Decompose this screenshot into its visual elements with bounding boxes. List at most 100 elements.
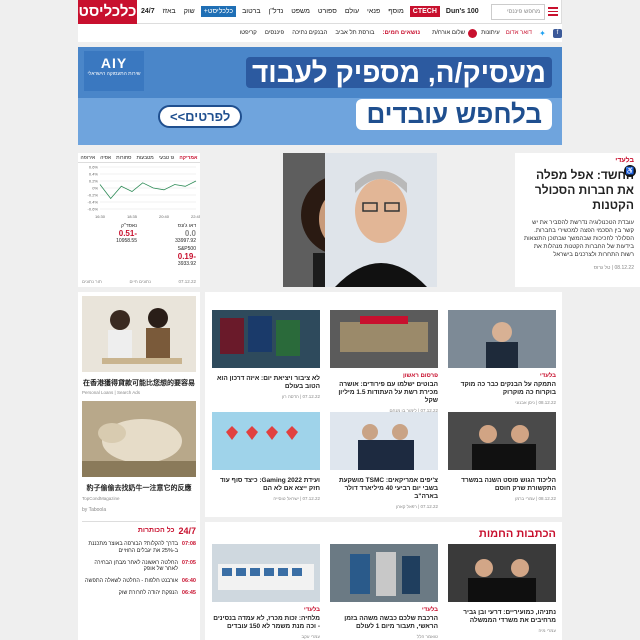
x-tick-label: 22:45 [191, 214, 200, 219]
nav-links: Dun's 100 CTECH מוסף פנאי עולם ספורט משפ… [137, 6, 487, 17]
facebook-icon[interactable]: f [553, 28, 562, 38]
hero-image-1[interactable] [325, 153, 437, 287]
article-card[interactable]: בלעדי מלחיה: זכות מכרז, לא עמדה בנסינים … [212, 544, 320, 639]
news-feed-badge: 24/7 [178, 525, 196, 536]
banner-brand: AIY שירות התעסוקה הישראלי [84, 51, 144, 91]
nav-link-duns[interactable]: Dun's 100 [442, 8, 483, 15]
hero-title[interactable]: החשד: אפל מפלה את חברות הסכולר הקטנות [521, 168, 634, 213]
nav-link-calcalistplus[interactable]: כלכליסט+ [200, 6, 237, 17]
article-image [212, 412, 320, 470]
article-image [212, 544, 320, 602]
y-tick-label: 0% [92, 186, 98, 191]
nav-link-ctech[interactable]: CTECH [409, 6, 440, 17]
nav-link-247[interactable]: 24/7 [137, 8, 159, 15]
nav-link-buzz[interactable]: באזז [159, 8, 180, 15]
ad-source: TopCondMagazine [82, 495, 120, 501]
article-card[interactable]: הליכוד הגוש פוסט השנה במשרד התקשורת שרק … [448, 412, 556, 501]
hot-articles-title: הכתבות החמות [478, 528, 556, 540]
y-tick-label: -0.4% [88, 200, 99, 205]
top-nav: מחפש פיננסי Dun's 100 CTECH מוסף פנאי עו… [77, 0, 562, 24]
x-tick-label: 20:40 [159, 214, 170, 219]
market-chart: 0.6% 0.4% 0.2% 0% -0.2% -0.4% -0.6% 16:30 18:35 2… [88, 165, 200, 220]
quote-dow[interactable]: דאו ג'ונס 0.0 33997.92 [141, 223, 196, 244]
topic-link[interactable]: קריפטו [240, 30, 257, 36]
article-grid: בלעדי התמקה על הבנקים כבר כה מוקד בוקרוח… [205, 292, 562, 517]
hot-topics-label: נושאים חמים: [382, 30, 421, 36]
y-tick-label: 0.6% [89, 165, 99, 170]
ad-caption: 豹子偷偷去找奶牛一注意它的反應 [86, 485, 192, 493]
tab-market[interactable]: אמריקה [179, 155, 197, 161]
banner-subheadline: בלחפש עובדים [356, 99, 552, 130]
nav-link-olam[interactable]: עולם [341, 8, 363, 15]
hero-meta: 08.12.22 | טל גרוס [593, 265, 634, 272]
nav-link-pnai[interactable]: פנאי [363, 8, 384, 15]
tab-market[interactable]: גז טבעי [159, 155, 174, 161]
ad-caption: 在香港獲得貸款可能比您想的要容易 [83, 380, 195, 387]
news-feed-item[interactable]: 06:45 הנפקת יהודה לחרורת שוק [82, 590, 196, 597]
ad-image [82, 401, 196, 478]
social-links: f ✦ דואר אדום עיתונות [477, 28, 562, 38]
ticker-more-link[interactable]: תור נתונים [82, 279, 102, 284]
ad-image [82, 296, 196, 372]
site-logo[interactable]: כלכליסט [77, 0, 137, 24]
topic-link[interactable]: פיננסים [265, 30, 284, 36]
quote-nasdaq[interactable]: נאסד"ק -0.51 10958.55 [82, 223, 137, 244]
y-tick-label: 0.2% [89, 179, 99, 184]
tab-market[interactable]: סחורות [116, 155, 131, 161]
y-tick-label: -0.2% [88, 193, 99, 198]
market-tabs: אמריקה גז טבעי מטבעות סחורות אסיה אירופה [78, 153, 200, 163]
hot-articles: הכתבות החמות נתניהו, כמועיריים: דרעי ובן… [205, 522, 562, 640]
article-image [448, 412, 556, 470]
article-card[interactable]: בלעדי הרכבת שלכם כבשה משהה בזמן הראשי, ת… [330, 544, 438, 639]
ticker-footer: 07.12.22 נתונים חיים תור נתונים [82, 279, 196, 284]
hero-body: עובדת הטכנולוגיה נדרשת להסביר את יש קשר … [523, 220, 634, 259]
topic-link[interactable]: הבנקים נתיכה [292, 30, 327, 36]
ad-source: Personal Loans | Search Ads [82, 390, 140, 396]
quotes: דאו ג'ונס 0.0 33997.92 נאסד"ק -0.51 1095… [78, 221, 200, 269]
menu-icon[interactable] [545, 0, 562, 24]
ticker-live-link[interactable]: נתונים חיים [129, 279, 150, 284]
mail-link[interactable]: דואר אדום [506, 30, 532, 36]
article-card[interactable]: פרסום ראשון הבוטים ישלמו עם פירודים: אוש… [330, 310, 438, 413]
nav-link-market[interactable]: שוק [180, 8, 199, 15]
article-card[interactable]: ועידת Gaming 2022: כיצד סוף עוד חזק ייצא… [212, 412, 320, 501]
x-tick-label: 18:35 [127, 214, 138, 219]
y-tick-label: -0.6% [88, 207, 99, 212]
banner-cta-button[interactable]: לפרטים>> [158, 105, 243, 128]
sponsored-ad[interactable]: 豹子偷偷去找奶牛一注意它的反應 TopCondMagazine [82, 401, 196, 501]
article-card[interactable]: צ'יפים אמריקאים: TSMC מושקעת בשבי יום רב… [330, 412, 438, 509]
nav-link-brtov[interactable]: ברטוב [238, 8, 265, 15]
sub-bar: f ✦ דואר אדום עיתונות שלום אורח/ת נושאים… [78, 24, 562, 42]
article-image [330, 544, 438, 602]
banner-ad[interactable]: AIY שירות התעסוקה הישראלי מעסיק/ה, מספיק… [78, 47, 562, 145]
sponsored-ad[interactable]: 在香港獲得貸款可能比您想的要容易 Personal Loans | Search… [82, 296, 196, 395]
news-feed: 24/7 כל הכותרות 07:08 בדרך להקלות? הבורסה… [82, 520, 196, 597]
nav-link-realestate[interactable]: נדל"ן [265, 8, 288, 15]
article-image [330, 310, 438, 368]
tab-market[interactable]: אירופה [81, 155, 96, 161]
nav-link-sport[interactable]: ספורט [314, 8, 341, 15]
twitter-icon[interactable]: ✦ [538, 29, 547, 38]
nav-link-law[interactable]: משפט [287, 8, 314, 15]
news-feed-item[interactable]: 07:05 החלטה ראשונה לאחר מבחן הבחירה לאחר … [82, 560, 196, 574]
news-feed-item[interactable]: 06:40 אורבנט חלפות - החלטה לשאלה התפשה [82, 578, 196, 585]
news-feed-header[interactable]: 24/7 כל הכותרות [82, 526, 196, 536]
news-feed-title: כל הכותרות [137, 527, 175, 535]
nav-link-mosaf[interactable]: מוסף [384, 8, 408, 15]
article-card[interactable]: לא ציבור ויציאת יום: איזה דרכון הוא הטוב… [212, 310, 320, 399]
sponsored-column: 在香港獲得貸款可能比您想的要容易 Personal Loans | Search… [78, 292, 200, 640]
quote-sp500[interactable]: S&P500 -0.19 3933.92 [141, 246, 196, 267]
article-card[interactable]: נתניהו, כמועיריים: דרעי ובן גביר מרחיבים… [448, 544, 556, 633]
topic-link[interactable]: בורסת תל אביב [335, 30, 374, 36]
hero-article[interactable]: בלעדי החשד: אפל מפלה את חברות הסכולר הקט… [515, 153, 640, 287]
search-input[interactable]: מחפש פיננסי [490, 3, 546, 20]
taboola-label[interactable]: by Taboola [82, 507, 196, 513]
news-feed-item[interactable]: 07:08 בדרך להקלות? הבורסה באוצר מתכננת ב-… [82, 541, 196, 555]
tab-market[interactable]: אסיה [100, 155, 111, 161]
tab-market[interactable]: מטבעות [136, 155, 153, 161]
hero-photo-1 [325, 153, 437, 287]
login-link[interactable]: שלום אורח/ת [432, 28, 478, 38]
accessibility-icon[interactable]: ♿ [624, 165, 636, 177]
article-card[interactable]: בלעדי התמקה על הבנקים כבר כה מוקד בוקרוח… [448, 310, 556, 405]
weather-link[interactable]: עיתונות [481, 30, 500, 36]
